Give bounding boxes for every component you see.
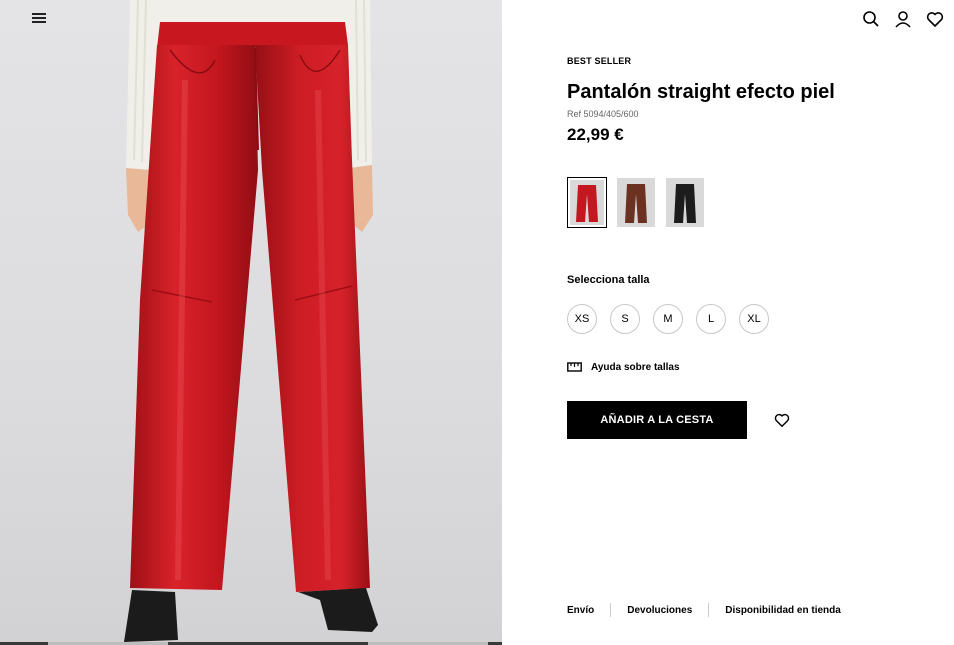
pants-black-thumbnail <box>674 184 696 223</box>
product-title: Pantalón straight efecto piel <box>567 81 835 103</box>
product-info: BEST SELLER Pantalón straight efecto pie… <box>567 56 927 145</box>
color-thumbnail <box>666 178 704 227</box>
search-icon[interactable] <box>862 10 880 28</box>
user-icon[interactable] <box>894 10 912 28</box>
pants-red-thumbnail <box>576 185 598 222</box>
size-selector-label: Selecciona talla <box>567 274 650 286</box>
product-reference: Ref 5094/405/600 <box>567 109 639 119</box>
product-price: 22,99 € <box>567 125 624 144</box>
header-actions <box>862 10 944 28</box>
info-links: Envío Devoluciones Disponibilidad en tie… <box>567 603 841 617</box>
ruler-icon <box>567 362 582 372</box>
color-swatch-brown[interactable] <box>616 177 656 228</box>
color-selector <box>567 177 705 228</box>
size-help-label: Ayuda sobre tallas <box>591 361 680 373</box>
size-option-s[interactable]: S <box>610 304 640 334</box>
product-image-panel[interactable] <box>0 0 502 645</box>
hamburger-menu-icon[interactable] <box>32 11 46 25</box>
size-option-xl[interactable]: XL <box>739 304 769 334</box>
color-thumbnail <box>570 180 604 225</box>
wishlist-heart-icon[interactable] <box>774 412 790 428</box>
returns-link[interactable]: Devoluciones <box>627 605 692 616</box>
link-divider <box>708 603 710 617</box>
size-option-m[interactable]: M <box>653 304 683 334</box>
size-option-l[interactable]: L <box>696 304 726 334</box>
link-divider <box>610 603 612 617</box>
color-swatch-black[interactable] <box>665 177 705 228</box>
color-thumbnail <box>617 178 655 227</box>
store-availability-link[interactable]: Disponibilidad en tienda <box>725 605 841 616</box>
product-photo <box>124 0 378 642</box>
size-option-xs[interactable]: XS <box>567 304 597 334</box>
heart-icon[interactable] <box>926 10 944 28</box>
add-to-cart-button[interactable]: AÑADIR A LA CESTA <box>567 401 747 439</box>
shipping-link[interactable]: Envío <box>567 605 594 616</box>
color-swatch-red[interactable] <box>567 177 607 228</box>
best-seller-badge: BEST SELLER <box>567 56 632 66</box>
size-help-link[interactable]: Ayuda sobre tallas <box>567 361 680 373</box>
size-selector: XS S M L XL <box>567 304 769 334</box>
pants-brown-thumbnail <box>625 184 647 223</box>
